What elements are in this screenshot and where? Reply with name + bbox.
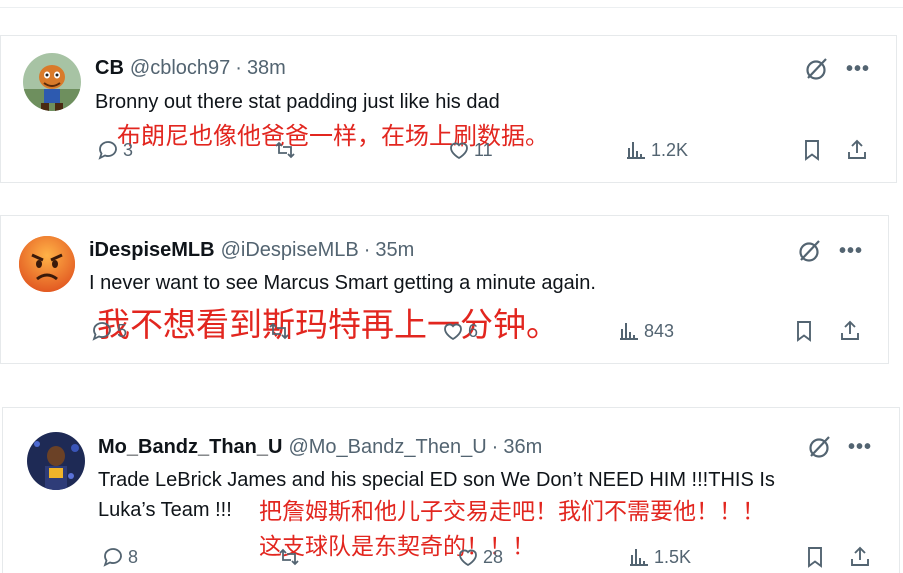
reply-icon [98, 141, 117, 160]
bookmark-button[interactable] [803, 545, 827, 569]
heart-icon [459, 549, 477, 567]
repost-button[interactable] [267, 319, 291, 343]
share-icon [841, 320, 859, 340]
repost-icon [275, 141, 295, 159]
heart-icon [450, 142, 468, 160]
tweet-header: iDespiseMLB @iDespiseMLB · 35m [89, 239, 414, 262]
avatar[interactable] [27, 432, 85, 490]
timestamp[interactable]: 35m [375, 239, 414, 262]
repost-button[interactable] [273, 138, 297, 162]
tweet-header: CB @cbloch97 · 38m [95, 57, 286, 80]
view-count: 843 [644, 320, 675, 341]
like-count: 6 [468, 320, 479, 341]
tweet-card[interactable]: Mo_Bandz_Than_U @Mo_Bandz_Then_U · 36m •… [2, 407, 900, 573]
user-handle[interactable]: @iDespiseMLB [221, 239, 359, 262]
reply-icon [92, 322, 111, 341]
bookmark-icon [805, 140, 819, 161]
tweet-text: I never want to see Marcus Smart getting… [89, 272, 596, 294]
avatar[interactable] [23, 53, 81, 111]
user-handle[interactable]: @Mo_Bandz_Then_U [288, 436, 486, 459]
analytics-icon [627, 142, 645, 159]
display-name[interactable]: CB [95, 57, 124, 80]
more-icon[interactable]: ••• [846, 58, 870, 81]
share-button[interactable] [845, 138, 869, 162]
display-name[interactable]: Mo_Bandz_Than_U [98, 436, 282, 459]
bookmark-button[interactable] [792, 319, 816, 343]
bookmark-icon [808, 547, 822, 568]
views-button[interactable]: 1.5K [627, 545, 691, 569]
translation-overlay: 我不想看到斯玛特再上一分钟。 [97, 305, 559, 344]
repost-button[interactable] [277, 545, 301, 569]
reply-button[interactable]: 5 [90, 319, 127, 343]
separator-dot: · [235, 57, 242, 79]
like-count: 11 [474, 139, 493, 160]
grok-icon[interactable] [797, 238, 823, 264]
like-button[interactable]: 6 [441, 319, 478, 343]
views-button[interactable]: 843 [617, 319, 674, 343]
tweet-text: Bronny out there stat padding just like … [95, 91, 500, 113]
more-icon[interactable]: ••• [839, 240, 863, 263]
separator-dot: · [363, 239, 371, 261]
reply-button[interactable]: 8 [101, 545, 138, 569]
translation-overlay-line-1: 把詹姆斯和他儿子交易走吧！我们不需要他！！！ [259, 499, 765, 525]
user-handle[interactable]: @cbloch97 [130, 57, 230, 80]
previous-card-edge [0, 0, 903, 8]
repost-icon [269, 322, 289, 340]
tweet-card[interactable]: CB @cbloch97 · 38m ••• Bronny out there … [0, 35, 897, 183]
grok-icon[interactable] [804, 56, 830, 82]
reply-count: 3 [123, 139, 134, 160]
reply-count: 8 [128, 546, 139, 567]
share-icon [848, 139, 866, 159]
timestamp[interactable]: 38m [247, 57, 286, 80]
separator-dot: · [491, 436, 499, 458]
grok-icon[interactable] [807, 434, 833, 460]
share-button[interactable] [838, 319, 862, 343]
more-icon[interactable]: ••• [848, 436, 872, 459]
tweet-text-line-1: Trade LeBrick James and his special ED s… [98, 469, 775, 491]
analytics-icon [630, 549, 648, 566]
like-button[interactable]: 11 [447, 138, 493, 162]
like-button[interactable]: 28 [456, 545, 503, 569]
bookmark-icon [797, 321, 811, 342]
heart-icon [444, 323, 462, 341]
bookmark-button[interactable] [800, 138, 824, 162]
tweet-card[interactable]: iDespiseMLB @iDespiseMLB · 35m ••• I nev… [0, 215, 889, 364]
view-count: 1.2K [651, 139, 689, 160]
reply-count: 5 [117, 320, 128, 341]
tweet-text-line-2: Luka’s Team !!! [98, 499, 232, 521]
share-icon [851, 546, 869, 566]
timestamp[interactable]: 36m [503, 436, 542, 459]
repost-icon [279, 548, 299, 566]
analytics-icon [620, 323, 638, 340]
reply-button[interactable]: 3 [96, 138, 133, 162]
display-name[interactable]: iDespiseMLB [89, 239, 215, 262]
views-button[interactable]: 1.2K [624, 138, 688, 162]
like-count: 28 [483, 546, 504, 567]
share-button[interactable] [848, 545, 872, 569]
view-count: 1.5K [654, 546, 692, 567]
reply-icon [103, 548, 122, 567]
tweet-header: Mo_Bandz_Than_U @Mo_Bandz_Then_U · 36m [98, 436, 542, 459]
avatar[interactable] [18, 235, 76, 293]
